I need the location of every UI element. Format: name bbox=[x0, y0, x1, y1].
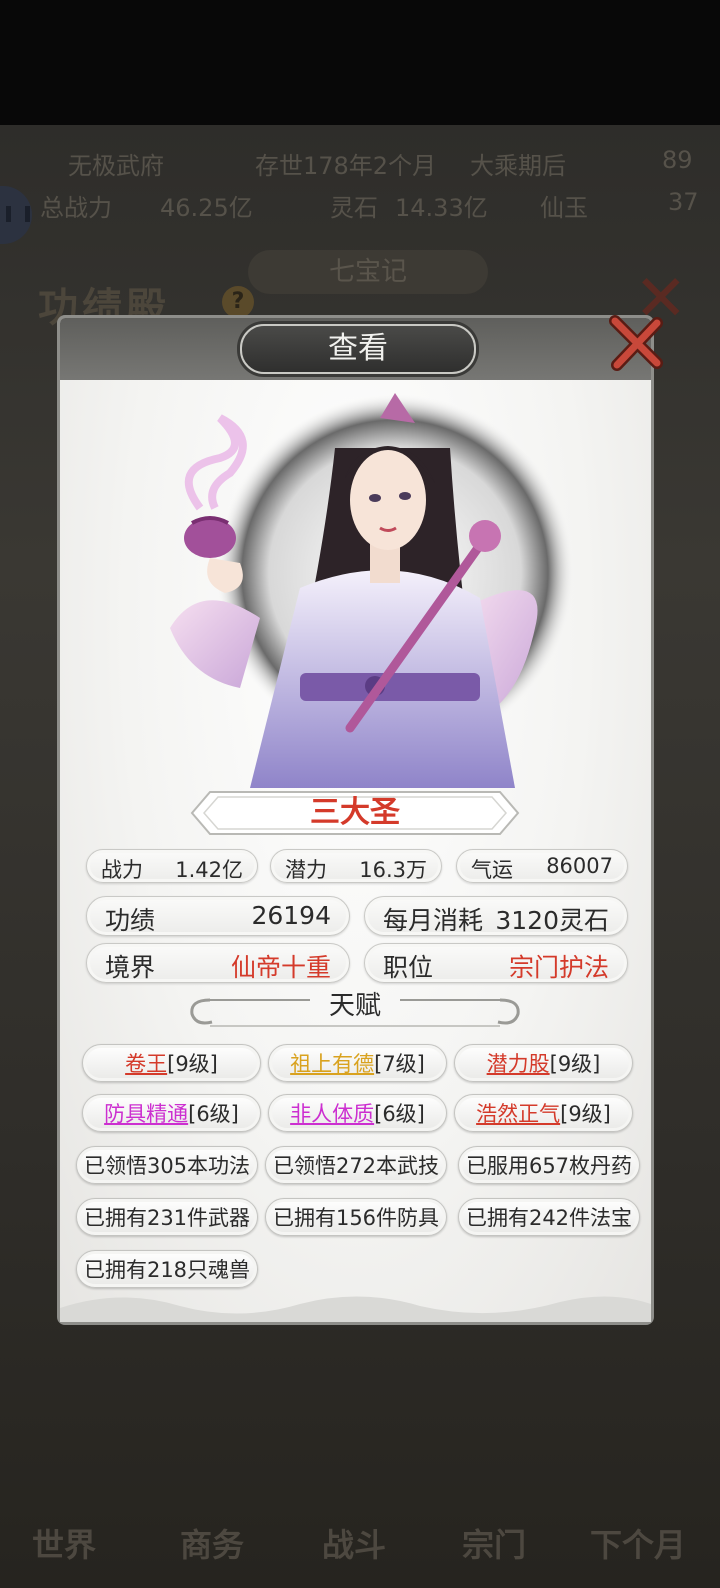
merit-stat: 功绩 26194 bbox=[86, 896, 350, 936]
talent-name: 防具精通 bbox=[104, 1102, 189, 1126]
talent-name: 非人体质 bbox=[290, 1102, 375, 1126]
talent-item[interactable]: 浩然正气[9级] bbox=[454, 1094, 633, 1132]
nav-world[interactable]: 世界 bbox=[32, 1520, 96, 1566]
record-item: 已服用657枚丹药 bbox=[458, 1146, 640, 1184]
talent-name: 祖上有德 bbox=[290, 1052, 375, 1076]
stat-value: 1.42亿 bbox=[175, 858, 243, 882]
talent-name: 卷王 bbox=[125, 1052, 168, 1076]
nav-business[interactable]: 商务 bbox=[180, 1520, 244, 1566]
total-power-value: 46.25亿 bbox=[160, 194, 253, 222]
spirit-stone-label: 灵石 bbox=[330, 194, 378, 222]
luck-stat: 气运 86007 bbox=[456, 849, 628, 883]
resource-row: 总战力 46.25亿 灵石 14.33亿 仙玉 37 bbox=[0, 178, 720, 228]
help-icon[interactable]: ? bbox=[222, 286, 254, 318]
monthly-cost-stat: 每月消耗 3120灵石 bbox=[364, 896, 628, 936]
stat-label: 每月消耗 bbox=[383, 906, 484, 935]
character-portrait bbox=[170, 393, 575, 788]
view-dialog: 查看 三大圣 战力 1.42亿 潜力 16.3万 气运 86007 功绩 261… bbox=[57, 315, 663, 1325]
talent-name: 浩然正气 bbox=[476, 1102, 561, 1126]
sect-age: 存世178年2个月 bbox=[255, 152, 437, 180]
character-name: 三大圣 bbox=[310, 795, 400, 830]
stat-label: 战力 bbox=[101, 858, 143, 882]
potential-stat: 潜力 16.3万 bbox=[270, 849, 442, 883]
talent-level: [9级] bbox=[560, 1102, 611, 1126]
record-item: 已领悟272本武技 bbox=[265, 1146, 447, 1184]
record-item: 已拥有231件武器 bbox=[76, 1198, 258, 1236]
stat-value: 86007 bbox=[546, 854, 613, 878]
talent-item[interactable]: 防具精通[6级] bbox=[82, 1094, 261, 1132]
talent-level: [6级] bbox=[188, 1102, 239, 1126]
dialog-title: 查看 bbox=[240, 324, 476, 374]
stat-value: 3120灵石 bbox=[495, 906, 609, 935]
record-item: 已拥有242件法宝 bbox=[458, 1198, 640, 1236]
stat-value: 26194 bbox=[251, 901, 331, 930]
stat-label: 气运 bbox=[471, 858, 513, 882]
bottom-cloud-decoration bbox=[60, 1296, 651, 1322]
close-icon[interactable] bbox=[605, 313, 667, 375]
stat-label: 职位 bbox=[383, 953, 434, 982]
stat-label: 潜力 bbox=[285, 858, 327, 882]
stat-value: 仙帝十重 bbox=[230, 953, 331, 982]
talent-name: 潜力股 bbox=[486, 1052, 550, 1076]
stat-value: 宗门护法 bbox=[508, 953, 609, 982]
nav-sect[interactable]: 宗门 bbox=[462, 1520, 526, 1566]
immortal-jade-label: 仙玉 bbox=[540, 194, 588, 222]
position-stat: 职位 宗门护法 bbox=[364, 943, 628, 983]
talent-level: [9级] bbox=[549, 1052, 601, 1076]
talent-level: [7级] bbox=[374, 1052, 425, 1076]
record-item: 已拥有156件防具 bbox=[265, 1198, 447, 1236]
stat-value: 16.3万 bbox=[359, 858, 427, 882]
record-item: 已领悟305本功法 bbox=[76, 1146, 258, 1184]
total-power-label: 总战力 bbox=[40, 194, 112, 222]
sect-name: 无极武府 bbox=[68, 152, 164, 180]
background-tab: 七宝记 bbox=[248, 250, 488, 294]
top-dark-bar bbox=[0, 0, 720, 125]
talent-item[interactable]: 祖上有德[7级] bbox=[268, 1044, 447, 1082]
combat-power-stat: 战力 1.42亿 bbox=[86, 849, 258, 883]
talent-section-title: 天赋 bbox=[328, 991, 381, 1021]
stat-label: 境界 bbox=[105, 953, 156, 982]
realm-stat: 境界 仙帝十重 bbox=[86, 943, 350, 983]
stat-label: 功绩 bbox=[105, 906, 156, 935]
talent-item[interactable]: 潜力股[9级] bbox=[454, 1044, 633, 1082]
talent-item[interactable]: 卷王[9级] bbox=[82, 1044, 261, 1082]
sect-realm: 大乘期后 bbox=[470, 152, 566, 180]
bottom-nav: 世界 商务 战斗 宗门 下个月 bbox=[0, 1500, 720, 1588]
nav-battle[interactable]: 战斗 bbox=[322, 1520, 386, 1566]
character-name-plaque: 三大圣 bbox=[190, 790, 520, 836]
nav-next-month[interactable]: 下个月 bbox=[590, 1520, 686, 1566]
talent-level: [6级] bbox=[374, 1102, 425, 1126]
sect-level: 89 bbox=[662, 146, 693, 174]
spirit-stone-value: 14.33亿 bbox=[395, 194, 488, 222]
immortal-jade-value: 37 bbox=[668, 188, 699, 216]
talent-level: [9级] bbox=[167, 1052, 218, 1076]
talent-item[interactable]: 非人体质[6级] bbox=[268, 1094, 447, 1132]
